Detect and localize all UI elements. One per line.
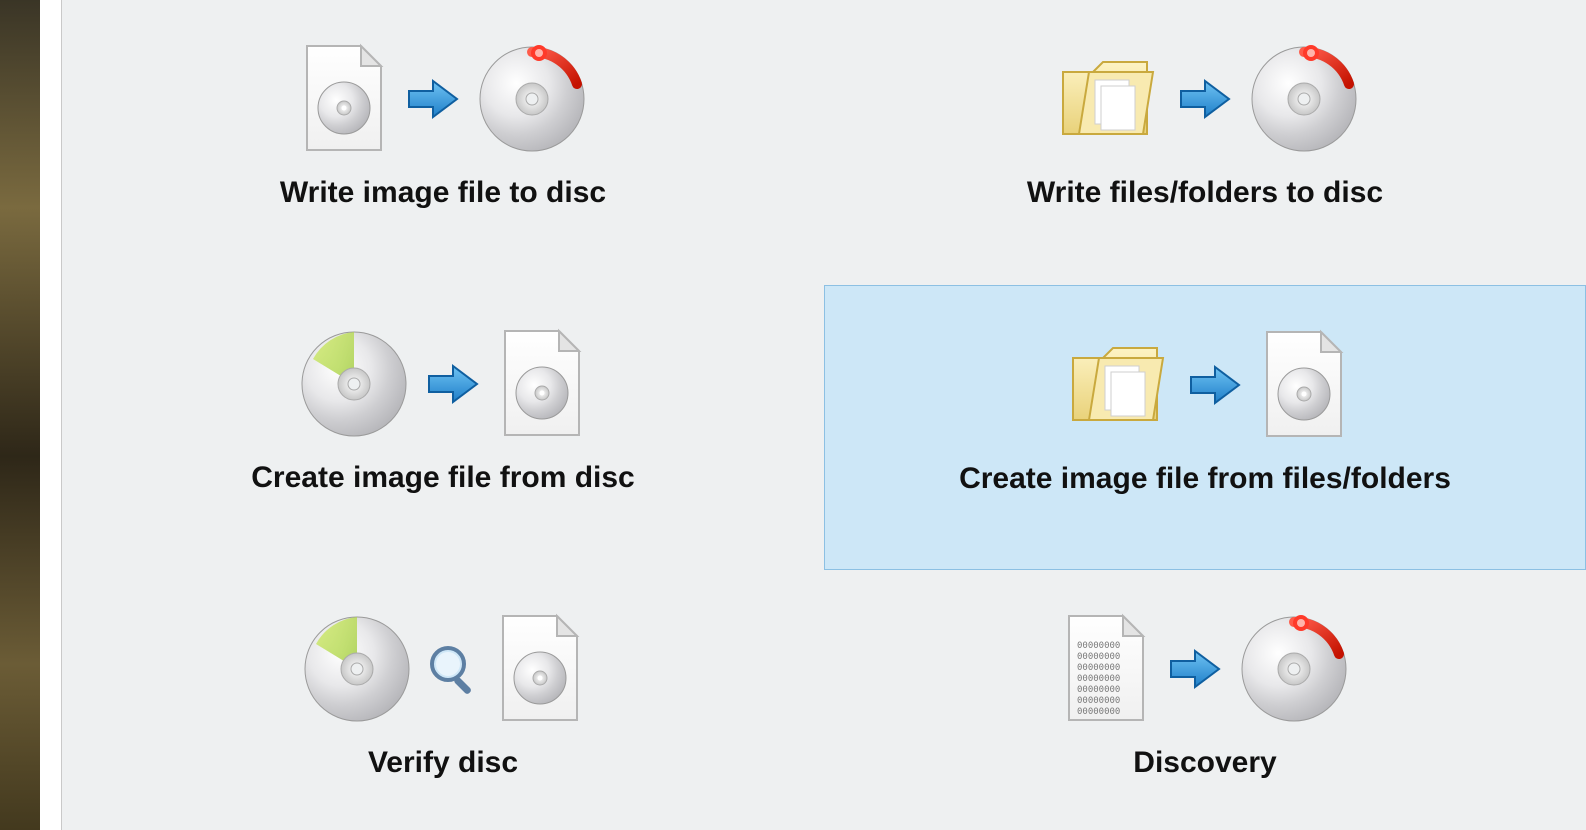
magnifier-icon (426, 642, 481, 697)
arrow-right-icon (1175, 69, 1235, 129)
disc-burn-icon (1239, 614, 1349, 724)
svg-text:00000000: 00000000 (1077, 674, 1120, 684)
desktop-edge-strip (0, 0, 40, 830)
tile-icon-row (1051, 34, 1359, 164)
tile-create-image-from-files[interactable]: Create image file from files/folders (824, 285, 1586, 570)
tile-icon-row (1061, 320, 1349, 450)
arrow-right-icon (1185, 355, 1245, 415)
tile-label: Discovery (1133, 746, 1276, 780)
arrow-right-icon (403, 69, 463, 129)
action-grid: Write image file to disc Write files/fol… (62, 0, 1586, 830)
file-disc-icon (299, 42, 389, 157)
tile-label: Verify disc (368, 746, 518, 780)
tile-create-image-from-disc[interactable]: Create image file from disc (62, 285, 824, 570)
disc-plain-icon (302, 614, 412, 724)
tile-label: Create image file from disc (251, 461, 634, 495)
tile-icon-row (302, 604, 585, 734)
disc-burn-icon (1249, 44, 1359, 154)
file-disc-icon (1259, 328, 1349, 443)
disc-plain-icon (299, 329, 409, 439)
tile-icon-row: 00000000 00000000 00000000 00000000 0000… (1061, 604, 1349, 734)
file-disc-icon (495, 612, 585, 727)
tile-label: Write files/folders to disc (1027, 176, 1383, 210)
ez-mode-panel: Write image file to disc Write files/fol… (62, 0, 1586, 830)
arrow-right-icon (1165, 639, 1225, 699)
file-disc-icon (497, 327, 587, 442)
svg-text:00000000: 00000000 (1077, 696, 1120, 706)
svg-text:00000000: 00000000 (1077, 685, 1120, 695)
tile-label: Create image file from files/folders (959, 462, 1451, 496)
file-binary-icon: 00000000 00000000 00000000 00000000 0000… (1061, 612, 1151, 727)
tile-label: Write image file to disc (280, 176, 606, 210)
tile-write-files-to-disc[interactable]: Write files/folders to disc (824, 0, 1586, 285)
svg-text:00000000: 00000000 (1077, 641, 1120, 651)
tile-icon-row (299, 319, 587, 449)
tile-write-image-to-disc[interactable]: Write image file to disc (62, 0, 824, 285)
svg-text:00000000: 00000000 (1077, 707, 1120, 717)
folder-icon (1051, 44, 1161, 154)
arrow-right-icon (423, 354, 483, 414)
tile-icon-row (299, 34, 587, 164)
panel-left-border (40, 0, 62, 830)
folder-icon (1061, 330, 1171, 440)
disc-burn-icon (477, 44, 587, 154)
svg-text:00000000: 00000000 (1077, 652, 1120, 662)
svg-text:00000000: 00000000 (1077, 663, 1120, 673)
tile-discovery[interactable]: 00000000 00000000 00000000 00000000 0000… (824, 570, 1586, 830)
tile-verify-disc[interactable]: Verify disc (62, 570, 824, 830)
